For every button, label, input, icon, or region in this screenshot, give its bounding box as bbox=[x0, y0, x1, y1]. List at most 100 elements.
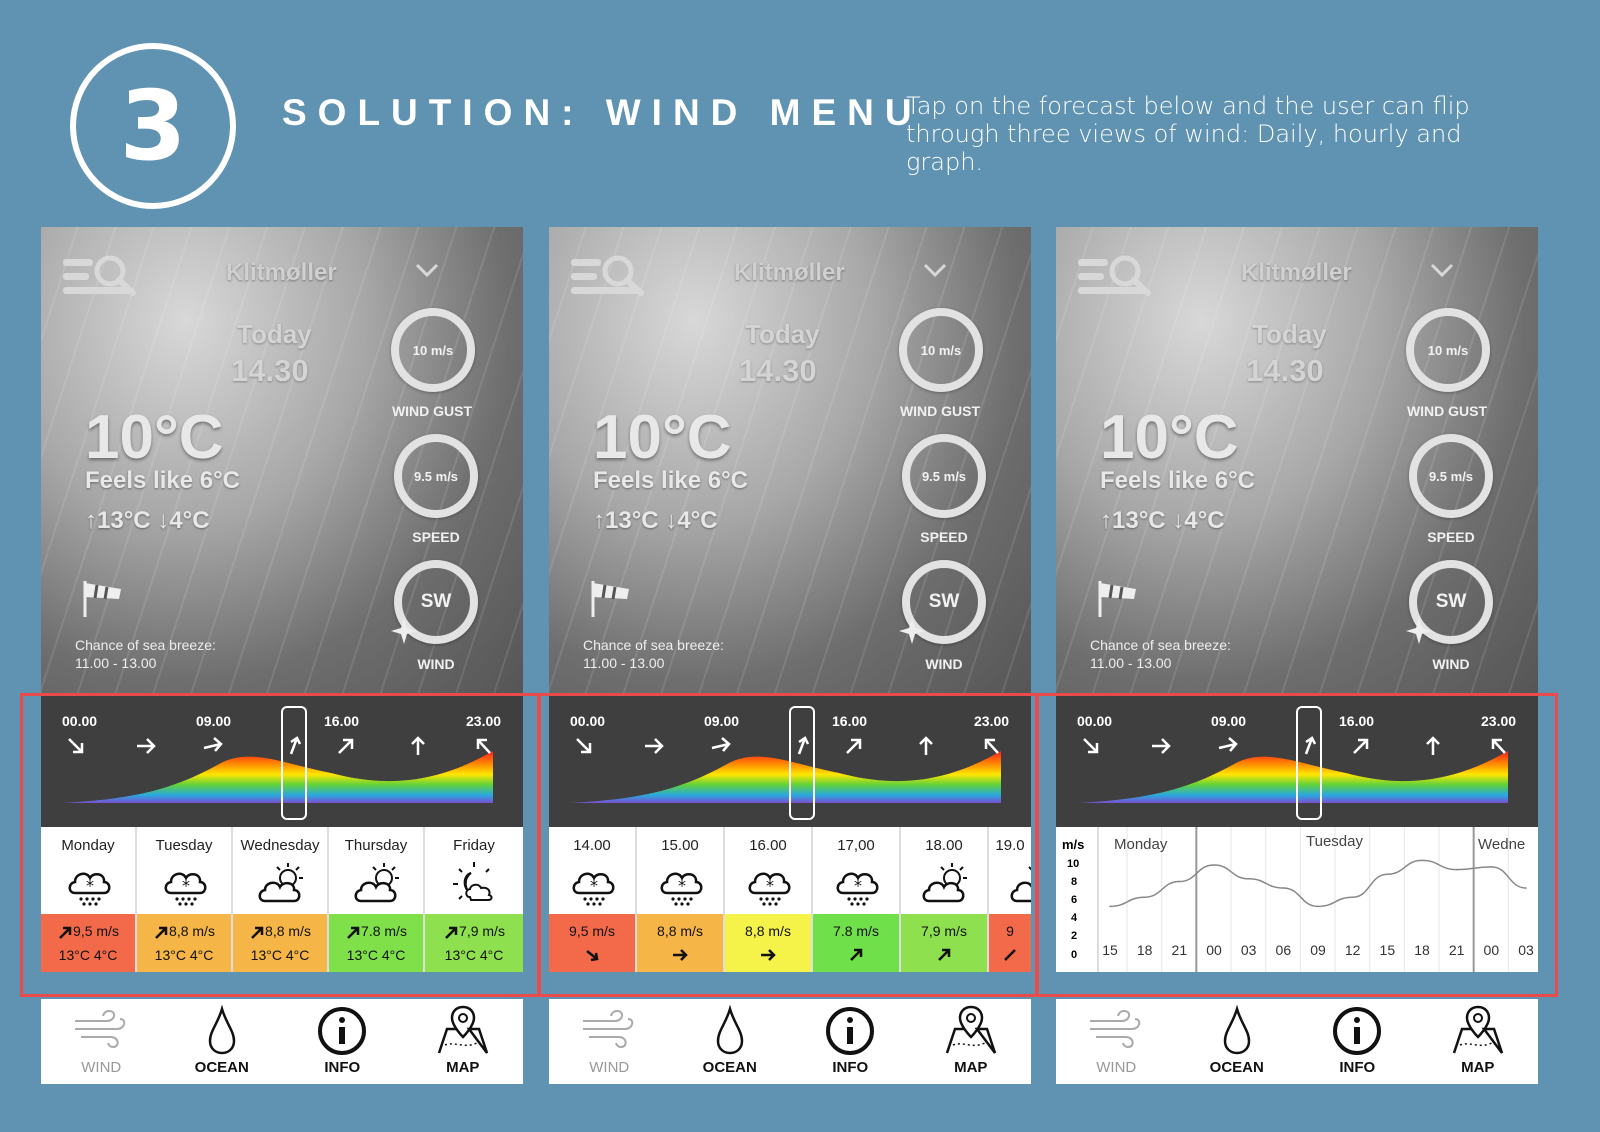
compass-star-icon bbox=[1406, 618, 1432, 644]
menu-search-icon[interactable] bbox=[1078, 253, 1158, 303]
nav-label: MAP bbox=[1461, 1059, 1495, 1076]
nav-item-ocean[interactable]: OCEAN bbox=[670, 999, 791, 1084]
wind-speed-value: 9.5 m/s bbox=[1428, 468, 1474, 484]
feels-like: Feels like 6°C bbox=[1100, 467, 1256, 494]
nav-item-info[interactable]: INFO bbox=[790, 999, 911, 1084]
feels-like: Feels like 6°C bbox=[593, 467, 749, 494]
nav-item-info[interactable]: INFO bbox=[1297, 999, 1418, 1084]
wind-speed-gauge: 9.5 m/s bbox=[902, 434, 986, 518]
wind-direction-value: SW bbox=[1435, 591, 1467, 612]
wind-speed-gauge: 9.5 m/s bbox=[1409, 434, 1493, 518]
nav-label: OCEAN bbox=[194, 1059, 249, 1076]
wind-gust-label: WIND GUST bbox=[899, 403, 981, 419]
step-number: 3 bbox=[119, 70, 187, 182]
high-low-temperature: ↑13°C ↓4°C bbox=[85, 507, 210, 534]
location-selector[interactable]: Klitmøller bbox=[734, 259, 845, 287]
wind-gust-value: 10 m/s bbox=[412, 342, 454, 358]
wind-gust-value: 10 m/s bbox=[1427, 342, 1469, 358]
nav-label: MAP bbox=[446, 1059, 480, 1076]
nav-item-map[interactable]: MAP bbox=[1418, 999, 1539, 1084]
weather-hero: Klitmøller Today 14.30 10°C Feels like 6… bbox=[549, 227, 1031, 697]
time-label: 14.30 bbox=[231, 353, 309, 388]
high-low-temperature: ↑13°C ↓4°C bbox=[593, 507, 718, 534]
current-temperature: 10°C bbox=[1100, 403, 1239, 472]
bottom-navigation: WIND OCEAN INFO MAP bbox=[549, 999, 1031, 1084]
nav-item-wind[interactable]: WIND bbox=[1056, 999, 1177, 1084]
location-selector[interactable]: Klitmøller bbox=[1241, 259, 1352, 287]
bottom-navigation: WIND OCEAN INFO MAP bbox=[41, 999, 523, 1084]
nav-label: WIND bbox=[589, 1059, 630, 1076]
sea-breeze-label: Chance of sea breeze: bbox=[583, 637, 724, 653]
location-selector[interactable]: Klitmøller bbox=[226, 259, 337, 287]
windsock-icon bbox=[1098, 581, 1136, 617]
sea-breeze-time: 11.00 - 13.00 bbox=[75, 655, 157, 671]
map-pin-icon bbox=[437, 1005, 488, 1054]
compass-star-icon bbox=[391, 618, 417, 644]
wind-speed-value: 9.5 m/s bbox=[921, 468, 967, 484]
page-description: Tap on the forecast below and the user c… bbox=[906, 92, 1470, 176]
wind-gust-gauge: 10 m/s bbox=[899, 308, 983, 392]
wind-direction-label: WIND bbox=[417, 656, 455, 672]
nav-item-map[interactable]: MAP bbox=[403, 999, 524, 1084]
nav-item-wind[interactable]: WIND bbox=[549, 999, 670, 1084]
wind-speed-label: SPEED bbox=[1427, 529, 1475, 545]
sea-breeze-label: Chance of sea breeze: bbox=[75, 637, 216, 653]
wind-speed-label: SPEED bbox=[412, 529, 460, 545]
wind-speed-label: SPEED bbox=[920, 529, 968, 545]
info-icon bbox=[318, 1007, 367, 1055]
menu-search-icon[interactable] bbox=[63, 253, 143, 303]
wind-gust-value: 10 m/s bbox=[920, 342, 962, 358]
info-icon bbox=[1333, 1007, 1382, 1055]
nav-item-ocean[interactable]: OCEAN bbox=[1177, 999, 1298, 1084]
day-label: Today bbox=[1252, 319, 1327, 349]
page-title: SOLUTION: WIND MENU bbox=[282, 92, 923, 133]
nav-label: OCEAN bbox=[1209, 1059, 1264, 1076]
nav-item-wind[interactable]: WIND bbox=[41, 999, 162, 1084]
day-label: Today bbox=[745, 319, 820, 349]
info-icon bbox=[826, 1007, 875, 1055]
wind-direction-value: SW bbox=[928, 591, 960, 612]
wind-gust-label: WIND GUST bbox=[1406, 403, 1488, 419]
droplet-icon bbox=[1223, 1005, 1251, 1055]
wind-direction-label: WIND bbox=[925, 656, 963, 672]
sea-breeze-time: 11.00 - 13.00 bbox=[583, 655, 665, 671]
compass-star-icon bbox=[899, 618, 925, 644]
weather-hero: Klitmøller Today 14.30 10°C Feels like 6… bbox=[1056, 227, 1538, 697]
wind-speed-value: 9.5 m/s bbox=[413, 468, 459, 484]
bottom-navigation: WIND OCEAN INFO MAP bbox=[1056, 999, 1538, 1084]
chevron-down-icon[interactable] bbox=[414, 259, 440, 281]
windsock-icon bbox=[591, 581, 629, 617]
nav-label: WIND bbox=[1096, 1059, 1137, 1076]
wind-speed-gauge: 9.5 m/s bbox=[394, 434, 478, 518]
map-pin-icon bbox=[945, 1005, 996, 1054]
wind-gust-label: WIND GUST bbox=[391, 403, 473, 419]
nav-label: WIND bbox=[81, 1059, 122, 1076]
droplet-icon bbox=[208, 1005, 236, 1055]
sea-breeze-time: 11.00 - 13.00 bbox=[1090, 655, 1172, 671]
chevron-down-icon[interactable] bbox=[922, 259, 948, 281]
wind-direction-label: WIND bbox=[1432, 656, 1470, 672]
time-label: 14.30 bbox=[739, 353, 817, 388]
step-number-badge: 3 bbox=[70, 43, 236, 209]
feels-like: Feels like 6°C bbox=[85, 467, 241, 494]
wind-gust-gauge: 10 m/s bbox=[391, 308, 475, 392]
nav-label: INFO bbox=[832, 1059, 869, 1076]
highlight-frame-graph bbox=[1036, 693, 1558, 997]
wind-gust-gauge: 10 m/s bbox=[1406, 308, 1490, 392]
weather-hero: Klitmøller Today 14.30 10°C Feels like 6… bbox=[41, 227, 523, 697]
wind-direction-value: SW bbox=[420, 591, 452, 612]
sea-breeze-label: Chance of sea breeze: bbox=[1090, 637, 1231, 653]
nav-item-info[interactable]: INFO bbox=[282, 999, 403, 1084]
highlight-frame-hourly bbox=[538, 693, 1038, 997]
wind-icon bbox=[1090, 1009, 1141, 1049]
wind-icon bbox=[75, 1009, 126, 1049]
highlight-frame-daily bbox=[20, 693, 540, 997]
day-label: Today bbox=[237, 319, 312, 349]
menu-search-icon[interactable] bbox=[571, 253, 651, 303]
map-pin-icon bbox=[1452, 1005, 1503, 1054]
chevron-down-icon[interactable] bbox=[1429, 259, 1455, 281]
wind-icon bbox=[583, 1009, 634, 1049]
nav-item-map[interactable]: MAP bbox=[911, 999, 1032, 1084]
nav-label: OCEAN bbox=[702, 1059, 757, 1076]
nav-item-ocean[interactable]: OCEAN bbox=[162, 999, 283, 1084]
